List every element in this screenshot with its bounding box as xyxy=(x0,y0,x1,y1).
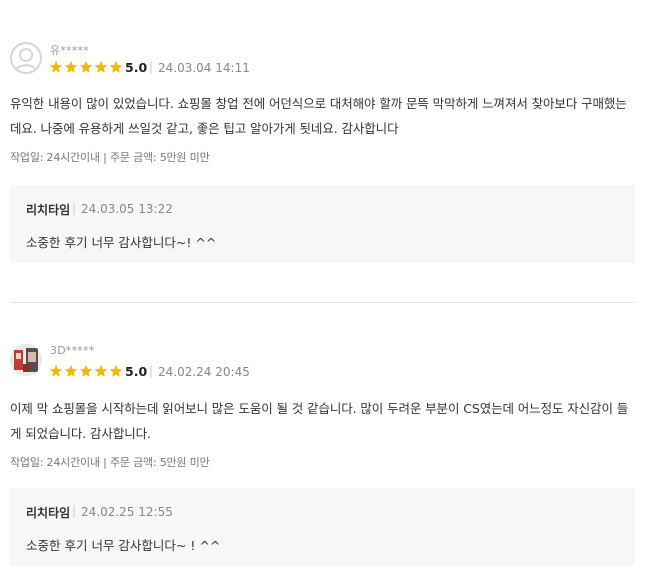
star-icon xyxy=(64,364,78,377)
star-icon xyxy=(79,60,93,73)
reply-date: 24.03.05 13:22 xyxy=(81,202,173,216)
seller-reply: 리치타임 | 24.02.25 12:55 소중한 후기 너무 감사합니다~ !… xyxy=(10,488,635,566)
user-photo-icon xyxy=(10,344,42,376)
rating-score: 5.0 xyxy=(125,60,148,75)
reply-author: 리치타임 xyxy=(26,506,71,520)
reply-text: 소중한 후기 너무 감사합니다~! ^^ xyxy=(26,235,217,250)
review-date: 24.02.24 20:45 xyxy=(158,365,250,379)
star-icon xyxy=(49,364,63,377)
separator: | xyxy=(72,504,77,518)
star-icon xyxy=(64,60,78,73)
star-icon xyxy=(109,364,123,377)
review-divider xyxy=(10,302,635,303)
review-date: 24.03.04 14:11 xyxy=(158,61,250,75)
order-meta: 작업일: 24시간이내 | 주문 금액: 5만원 미만 xyxy=(10,456,210,469)
reply-text: 소중한 후기 너무 감사합니다~ ! ^^ xyxy=(26,538,221,553)
reviewer-name: 유***** xyxy=(50,44,89,57)
avatar[interactable] xyxy=(10,344,42,376)
seller-reply: 리치타임 | 24.03.05 13:22 소중한 후기 너무 감사합니다~! … xyxy=(10,185,635,263)
reply-author: 리치타임 xyxy=(26,203,71,217)
star-icon xyxy=(49,60,63,73)
reviewer-name: 3D***** xyxy=(50,344,95,357)
star-icon xyxy=(79,364,93,377)
review-text: 유익한 내용이 많이 있었습니다. 쇼핑몰 창업 전에 어던식으로 대처해야 할… xyxy=(10,96,627,136)
separator: | xyxy=(72,201,77,215)
separator: | xyxy=(149,60,154,74)
star-rating xyxy=(49,60,123,74)
order-meta: 작업일: 24시간이내 | 주문 금액: 5만원 미만 xyxy=(10,151,210,164)
rating-score: 5.0 xyxy=(125,364,148,379)
star-icon xyxy=(109,60,123,73)
separator: | xyxy=(149,364,154,378)
star-icon xyxy=(94,60,108,73)
default-user-icon xyxy=(14,48,38,72)
review-text: 이제 막 쇼핑몰을 시작하는데 읽어보니 많은 도움이 될 것 같습니다. 많이… xyxy=(10,401,629,441)
reply-date: 24.02.25 12:55 xyxy=(81,505,173,519)
star-icon xyxy=(94,364,108,377)
avatar xyxy=(10,42,42,74)
star-rating xyxy=(49,364,123,378)
